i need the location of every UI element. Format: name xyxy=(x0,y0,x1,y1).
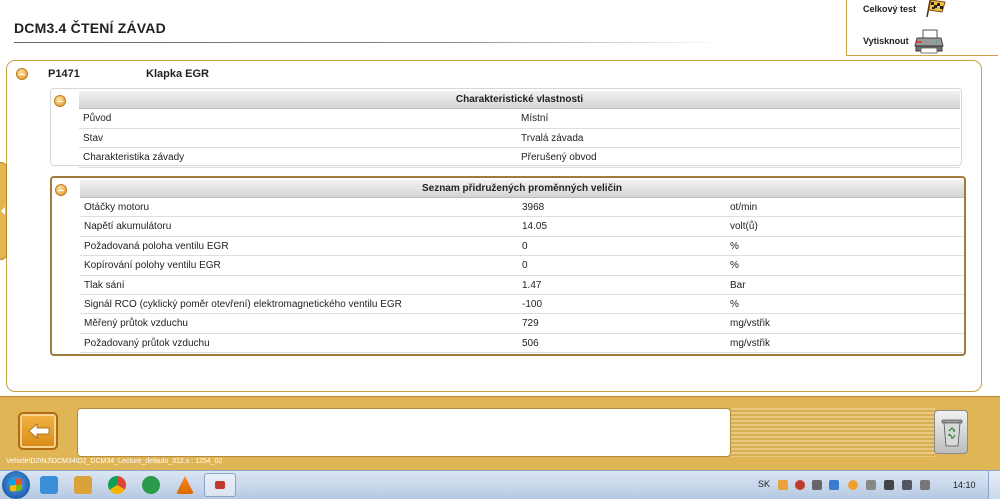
variables-table-title: Seznam přidružených proměnných veličin xyxy=(80,180,964,198)
variable-unit: % xyxy=(730,298,739,310)
variable-label: Požadovaný průtok vzduchu xyxy=(84,337,210,349)
print-label: Vytisknout xyxy=(863,36,909,46)
property-value: Místní xyxy=(521,113,549,124)
clock[interactable]: 14:10 xyxy=(953,480,976,490)
printer-icon xyxy=(914,29,944,54)
table-row: Stav Trvalá závada xyxy=(79,129,960,148)
variable-value: -100 xyxy=(522,298,543,310)
variable-unit: ot/min xyxy=(730,202,758,213)
active-window-button[interactable] xyxy=(204,473,236,497)
variable-value: 0 xyxy=(522,240,528,252)
tray-display-icon[interactable] xyxy=(884,480,894,490)
message-area xyxy=(77,408,731,457)
tray-update-icon[interactable] xyxy=(848,480,858,490)
start-button[interactable] xyxy=(2,471,30,499)
table-row: Požadovaný průtok vzduchu 506 mg/vstřik xyxy=(80,334,964,354)
action-panel: Celkový test Vytisknout xyxy=(846,0,998,56)
table-row: Požadovaná poloha ventilu EGR 0 % xyxy=(80,237,964,257)
properties-table: Charakteristické vlastnosti Původ Místní… xyxy=(50,88,962,168)
variable-value: 506 xyxy=(522,337,539,349)
screen-header: DCM3.4 ČTENÍ ZÁVAD Celkový test Vytiskno… xyxy=(0,0,1000,56)
property-label: Charakteristika závady xyxy=(83,152,185,163)
arrow-left-icon xyxy=(28,423,50,439)
variable-label: Požadovaná poloha ventilu EGR xyxy=(84,240,229,252)
properties-rows: Původ Místní Stav Trvalá závada Charakte… xyxy=(79,109,960,168)
show-desktop-button[interactable] xyxy=(988,471,1000,499)
table-row: Měřený průtok vzduchu 729 mg/vstřik xyxy=(80,314,964,334)
variable-unit: volt(ů) xyxy=(730,221,758,233)
tray-device-icon[interactable] xyxy=(812,480,822,490)
volume-icon[interactable] xyxy=(920,480,930,490)
property-value: Přerušený obvod xyxy=(521,152,597,163)
variable-label: Tlak sání xyxy=(84,279,125,291)
variable-unit: mg/vstřik xyxy=(730,337,770,349)
tray-network-icon[interactable] xyxy=(866,480,876,490)
browser-ie-icon[interactable] xyxy=(40,476,58,494)
media-player-icon[interactable] xyxy=(74,476,92,494)
back-button[interactable] xyxy=(18,412,58,450)
variable-label: Signál RCO (cyklický poměr otevření) ele… xyxy=(84,298,402,310)
print-button[interactable]: Vytisknout xyxy=(847,28,999,54)
tray-app-icon[interactable] xyxy=(829,480,839,490)
recycle-bin-button[interactable] xyxy=(934,410,968,454)
variable-label: Napětí akumulátoru xyxy=(84,221,172,233)
collapse-fault-icon[interactable] xyxy=(16,68,28,80)
bottom-toolbar: Vehicle\D2\NJ\DCM34\D2_DCM34_Lecture_def… xyxy=(0,396,1000,470)
variable-value: 1.47 xyxy=(522,279,542,291)
variable-unit: mg/vstřik xyxy=(730,318,770,330)
tray-battery-icon[interactable] xyxy=(902,480,912,490)
table-row: Původ Místní xyxy=(79,109,960,129)
full-test-button[interactable]: Celkový test xyxy=(847,0,999,24)
tray-shield-icon[interactable] xyxy=(795,480,805,490)
app-green-icon[interactable] xyxy=(142,476,160,494)
collapse-properties-icon[interactable] xyxy=(54,95,66,107)
variable-value: 3968 xyxy=(522,202,545,213)
checkered-flag-icon xyxy=(926,0,946,18)
vlc-icon[interactable] xyxy=(176,476,194,494)
properties-table-title: Charakteristické vlastnosti xyxy=(79,91,960,109)
variables-table: Seznam přidružených proměnných veličin O… xyxy=(50,176,966,356)
tray-flag-icon[interactable] xyxy=(778,480,788,490)
property-label: Stav xyxy=(83,132,104,144)
variable-unit: Bar xyxy=(730,279,746,291)
table-row: Signál RCO (cyklický poměr otevření) ele… xyxy=(80,295,964,315)
property-label: Původ xyxy=(83,113,112,124)
windows-taskbar: SK 14:10 xyxy=(0,470,1000,499)
recycle-bin-icon xyxy=(941,419,963,447)
variables-rows: Otáčky motoru 3968 ot/min Napětí akumulá… xyxy=(80,198,964,354)
status-stripe xyxy=(731,408,935,457)
variable-label: Otáčky motoru xyxy=(84,202,150,213)
page-title: DCM3.4 ČTENÍ ZÁVAD xyxy=(14,20,166,36)
variable-label: Měřený průtok vzduchu xyxy=(84,318,188,330)
variable-unit: % xyxy=(730,240,739,252)
chrome-icon[interactable] xyxy=(108,476,126,494)
variable-value: 729 xyxy=(522,318,539,330)
property-value: Trvalá závada xyxy=(521,132,584,144)
language-indicator[interactable]: SK xyxy=(758,479,770,489)
table-row: Charakteristika závady Přerušený obvod xyxy=(79,148,960,168)
fault-name: Klapka EGR xyxy=(146,68,209,80)
title-underline xyxy=(14,42,724,43)
variable-value: 0 xyxy=(522,260,528,272)
table-row: Kopírování polohy ventilu EGR 0 % xyxy=(80,256,964,276)
file-path: Vehicle\D2\NJ\DCM34\D2_DCM34_Lecture_def… xyxy=(6,458,223,465)
variable-unit: % xyxy=(730,260,739,272)
variable-value: 14.05 xyxy=(522,221,548,233)
table-row: Tlak sání 1.47 Bar xyxy=(80,276,964,295)
side-expand-tab[interactable] xyxy=(0,162,7,260)
full-test-label: Celkový test xyxy=(863,4,917,14)
fault-code: P1471 xyxy=(48,68,80,80)
table-row: Otáčky motoru 3968 ot/min xyxy=(80,198,964,218)
collapse-variables-icon[interactable] xyxy=(55,184,67,196)
table-row: Napětí akumulátoru 14.05 volt(ů) xyxy=(80,217,964,237)
variable-label: Kopírování polohy ventilu EGR xyxy=(84,260,221,272)
